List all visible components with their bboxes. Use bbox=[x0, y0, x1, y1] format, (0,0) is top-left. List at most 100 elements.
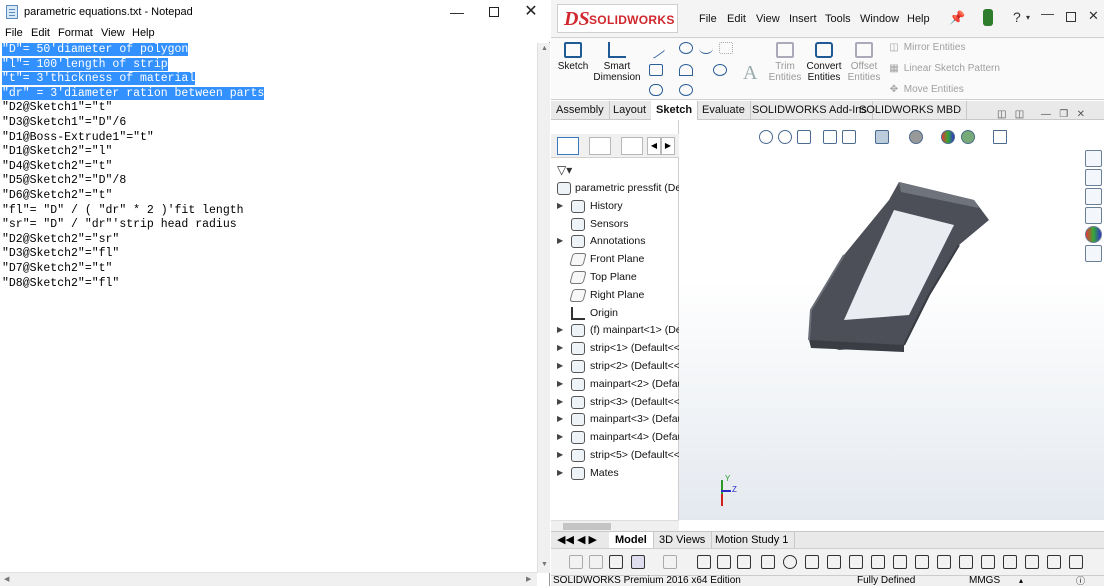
smart-dimension-button[interactable]: Smart Dimension bbox=[593, 42, 641, 83]
expand-arrow-icon[interactable]: ▶ bbox=[557, 397, 563, 406]
tree-item[interactable]: ▶ History bbox=[551, 198, 679, 216]
graphics-area[interactable]: ◫ ◫ — ❐ ✕ bbox=[679, 109, 1104, 520]
sw-menu-tools[interactable]: Tools bbox=[825, 13, 851, 25]
home-icon[interactable] bbox=[1085, 150, 1102, 167]
hud-circle-icon[interactable] bbox=[783, 555, 797, 569]
viewport-expand-icon[interactable]: ◫ bbox=[1015, 109, 1024, 120]
tree-item[interactable]: parametric pressfit (Defa bbox=[551, 180, 679, 198]
expand-arrow-icon[interactable]: ▶ bbox=[557, 414, 563, 423]
maximize-button[interactable] bbox=[474, 0, 514, 26]
mirror-entities-button[interactable]: ◫ Mirror Entities bbox=[887, 42, 965, 53]
hud-offset-icon[interactable] bbox=[893, 555, 907, 569]
expand-arrow-icon[interactable]: ▶ bbox=[557, 343, 563, 352]
design-library-icon[interactable] bbox=[1085, 188, 1102, 205]
select-pointer-icon[interactable] bbox=[631, 555, 645, 569]
pressfit-assembly-model[interactable] bbox=[749, 170, 1009, 370]
arc-icon[interactable] bbox=[679, 64, 693, 76]
help-dropdown-icon[interactable]: ▾ bbox=[1026, 13, 1030, 22]
slot-icon[interactable] bbox=[649, 84, 663, 96]
point-icon[interactable] bbox=[697, 555, 711, 569]
tab-3d-views[interactable]: 3D Views bbox=[653, 532, 713, 549]
circle-icon[interactable] bbox=[679, 42, 693, 54]
line-icon[interactable] bbox=[646, 41, 666, 59]
hud-relations-icon[interactable] bbox=[1003, 555, 1017, 569]
custom-properties-icon[interactable] bbox=[1085, 245, 1102, 262]
hud-slot-icon[interactable] bbox=[849, 555, 863, 569]
scroll-down-icon[interactable]: ▼ bbox=[541, 561, 548, 568]
scroll-thumb[interactable] bbox=[563, 523, 611, 530]
zoom-to-fit-icon[interactable] bbox=[759, 130, 773, 144]
tree-item[interactable]: ▶ strip<3> (Default<< bbox=[551, 394, 679, 412]
sw-minimize-button[interactable]: — bbox=[1041, 6, 1054, 21]
units-dropdown-icon[interactable]: ▴ bbox=[1019, 576, 1023, 586]
configurationmanager-tab-icon[interactable] bbox=[621, 137, 643, 155]
file-explorer-icon[interactable] bbox=[1085, 207, 1102, 224]
display-style-icon[interactable] bbox=[909, 130, 923, 144]
hud-fillet-icon[interactable] bbox=[871, 555, 885, 569]
hud-convert-icon[interactable] bbox=[959, 555, 973, 569]
scroll-right-icon[interactable]: ▶ bbox=[526, 575, 531, 583]
hud-dimension-icon[interactable] bbox=[981, 555, 995, 569]
rebuild-traffic-light-icon[interactable] bbox=[983, 9, 993, 26]
offset-entities-button[interactable]: Offset Entities bbox=[845, 42, 883, 83]
bottom-tab-nav-icons[interactable]: ◀◀ ◀ ▶ ▶▶ bbox=[551, 532, 609, 562]
tree-item[interactable]: ▶ Annotations bbox=[551, 233, 679, 251]
hud-pattern-icon[interactable] bbox=[1025, 555, 1039, 569]
sw-menu-window[interactable]: Window bbox=[860, 13, 899, 25]
spline-icon[interactable] bbox=[699, 42, 713, 54]
move-entities-button[interactable]: ✥ Move Entities bbox=[887, 84, 964, 95]
hud-repair-icon[interactable] bbox=[1069, 555, 1083, 569]
status-units[interactable]: MMGS bbox=[969, 576, 1000, 586]
hud-spline-icon[interactable] bbox=[827, 555, 841, 569]
hud-rectangle-icon[interactable] bbox=[737, 555, 751, 569]
tab-mbd[interactable]: SOLIDWORKS MBD bbox=[854, 101, 968, 120]
expand-arrow-icon[interactable]: ▶ bbox=[557, 379, 563, 388]
menu-edit[interactable]: Edit bbox=[31, 27, 50, 39]
edit-appearance-icon[interactable] bbox=[941, 130, 955, 144]
filter-faces-icon[interactable] bbox=[609, 555, 623, 569]
expand-arrow-icon[interactable]: ▶ bbox=[557, 450, 563, 459]
polygon-icon[interactable] bbox=[679, 84, 693, 96]
hud-arc-icon[interactable] bbox=[805, 555, 819, 569]
view-settings-icon[interactable] bbox=[993, 130, 1007, 144]
tree-item[interactable]: ▶ strip<2> (Default<< bbox=[551, 358, 679, 376]
viewport-collapse-icon[interactable]: ◫ bbox=[997, 109, 1006, 120]
sw-menu-edit[interactable]: Edit bbox=[727, 13, 746, 25]
tree-item[interactable]: ▶ mainpart<4> (Defau bbox=[551, 429, 679, 447]
resources-icon[interactable] bbox=[1085, 169, 1102, 186]
viewport-close-icon[interactable]: ✕ bbox=[1077, 109, 1085, 120]
expand-arrow-icon[interactable]: ▶ bbox=[557, 236, 563, 245]
sw-menu-view[interactable]: View bbox=[756, 13, 780, 25]
fillet-icon[interactable] bbox=[713, 64, 727, 76]
linear-sketch-pattern-button[interactable]: ▦ Linear Sketch Pattern bbox=[887, 63, 1000, 74]
tree-item[interactable]: ▶ (f) mainpart<1> (De bbox=[551, 322, 679, 340]
centerline-icon[interactable] bbox=[717, 555, 731, 569]
expand-arrow-icon[interactable]: ▶ bbox=[557, 468, 563, 477]
sw-menu-file[interactable]: File bbox=[699, 13, 717, 25]
menu-file[interactable]: File bbox=[5, 27, 23, 39]
hud-move-icon[interactable] bbox=[1047, 555, 1061, 569]
horizontal-scrollbar[interactable]: ◀ ▶ bbox=[0, 572, 537, 586]
convert-entities-button[interactable]: Convert Entities bbox=[804, 42, 844, 83]
close-button[interactable]: ✕ bbox=[511, 0, 551, 26]
tab-layout[interactable]: Layout bbox=[608, 101, 653, 120]
tab-assembly[interactable]: Assembly bbox=[551, 101, 610, 120]
sw-menu-insert[interactable]: Insert bbox=[789, 13, 817, 25]
pin-icon[interactable]: 📌 bbox=[949, 10, 965, 26]
tree-item[interactable]: Sensors bbox=[551, 216, 679, 234]
help-icon[interactable]: ? bbox=[1013, 9, 1021, 25]
notepad-text-area[interactable]: "D"= 50'diameter of polygon "l"= 100'leng… bbox=[2, 43, 537, 571]
expand-arrow-icon[interactable]: ▶ bbox=[557, 325, 563, 334]
featuremanager-tab-icon[interactable] bbox=[557, 137, 579, 155]
filter-icon[interactable]: ▽▾ bbox=[557, 163, 572, 177]
tree-item[interactable]: Origin bbox=[551, 305, 679, 323]
section-view-icon[interactable] bbox=[823, 130, 837, 144]
solidworks-logo-button[interactable]: DS SOLIDWORKS bbox=[557, 4, 678, 33]
appearances-icon[interactable] bbox=[1085, 226, 1102, 243]
construction-icon[interactable] bbox=[719, 42, 733, 54]
sw-close-button[interactable]: ✕ bbox=[1088, 8, 1099, 24]
expand-arrow-icon[interactable]: ▶ bbox=[557, 361, 563, 370]
tab-model[interactable]: Model bbox=[609, 532, 654, 549]
expand-arrow-icon[interactable]: ▶ bbox=[557, 201, 563, 210]
propertymanager-tab-icon[interactable] bbox=[589, 137, 611, 155]
